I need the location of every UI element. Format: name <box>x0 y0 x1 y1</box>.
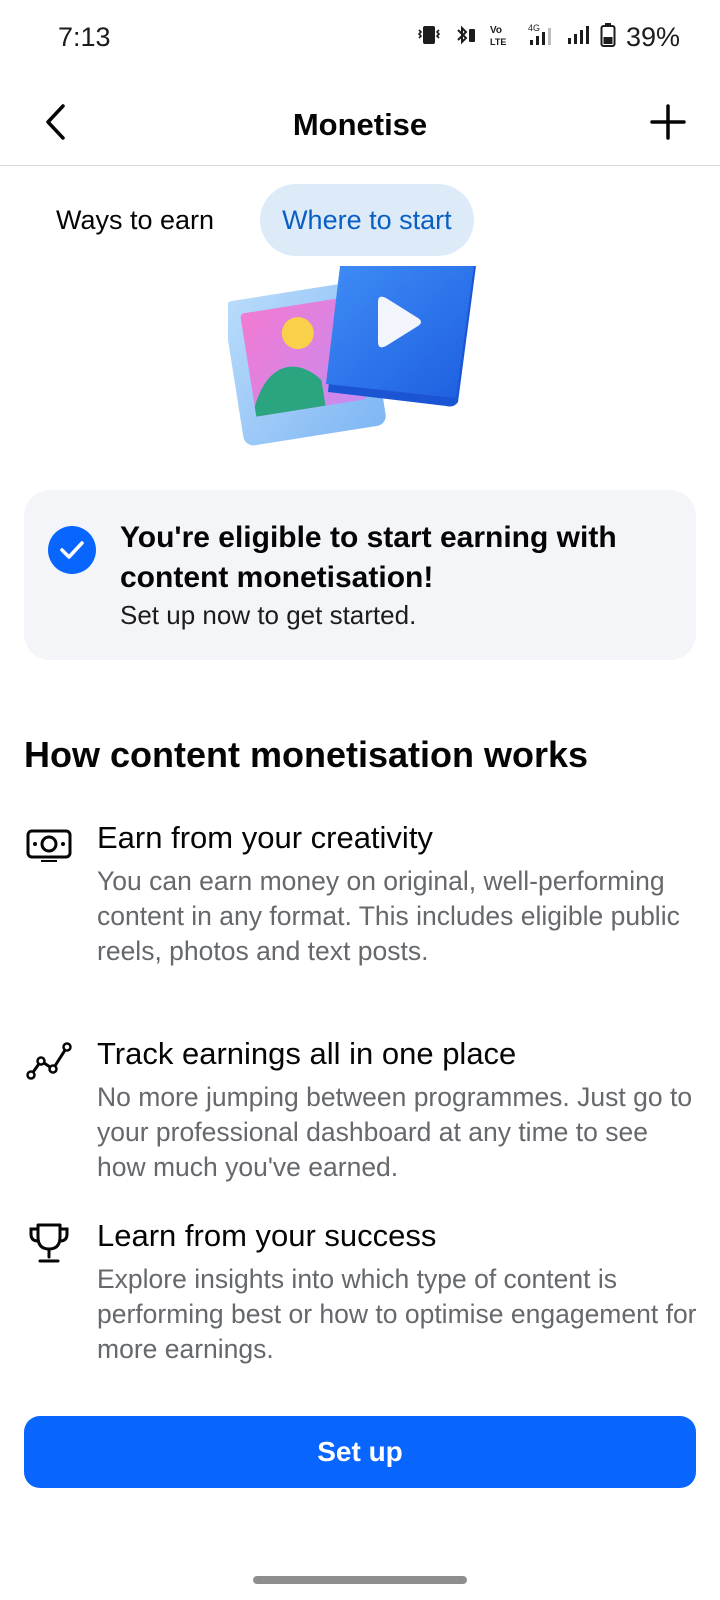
feature-track-earnings: Track earnings all in one place No more … <box>24 1036 704 1182</box>
battery-icon <box>600 22 616 53</box>
vibrate-icon <box>416 23 442 52</box>
photo-video-illustration <box>223 262 488 452</box>
feature-title: Track earnings all in one place <box>97 1036 517 1071</box>
header: Monetise <box>0 80 720 166</box>
trophy-icon <box>24 1220 74 1266</box>
svg-text:Vo: Vo <box>490 25 502 36</box>
feature-description: No more jumping between programmes. Just… <box>97 1082 693 1182</box>
signal-icon <box>566 23 590 52</box>
svg-text:LTE: LTE <box>490 37 506 47</box>
eligibility-subtitle: Set up now to get started. <box>120 600 417 630</box>
check-circle-icon <box>48 526 96 574</box>
home-indicator[interactable] <box>253 1576 467 1584</box>
add-button[interactable] <box>646 100 690 144</box>
feature-earn-creativity: Earn from your creativity You can earn m… <box>24 820 704 990</box>
money-icon <box>24 822 74 868</box>
feature-title: Earn from your creativity <box>97 820 433 855</box>
signal-4g-icon: 4G <box>526 22 556 53</box>
trend-line-icon <box>24 1038 74 1084</box>
feature-description: Explore insights into which type of cont… <box>97 1264 697 1364</box>
feature-title: Learn from your success <box>97 1218 437 1253</box>
feature-learn-success: Learn from your success Explore insights… <box>24 1218 704 1364</box>
tab-ways-to-earn[interactable]: Ways to earn <box>36 184 236 256</box>
eligibility-title: You're eligible to start earning with co… <box>120 521 617 594</box>
page-title: Monetise <box>292 107 428 142</box>
volte-icon: Vo LTE <box>488 22 516 53</box>
bluetooth-icon <box>452 23 478 52</box>
status-icons: Vo LTE 4G 39% <box>416 22 680 53</box>
tab-where-to-start[interactable]: Where to start <box>260 184 474 256</box>
section-title: How content monetisation works <box>24 734 589 775</box>
status-bar: 7:13 Vo LTE 4G 39% <box>0 0 720 80</box>
tab-bar: Ways to earn Where to start <box>36 184 474 256</box>
setup-button[interactable]: Set up <box>24 1416 696 1488</box>
battery-percent: 39% <box>625 22 680 52</box>
plus-icon <box>650 104 686 140</box>
svg-text:4G: 4G <box>528 23 540 33</box>
feature-description: You can earn money on original, well-per… <box>97 866 680 966</box>
eligibility-card: You're eligible to start earning with co… <box>24 490 696 660</box>
status-time: 7:13 <box>58 22 111 52</box>
